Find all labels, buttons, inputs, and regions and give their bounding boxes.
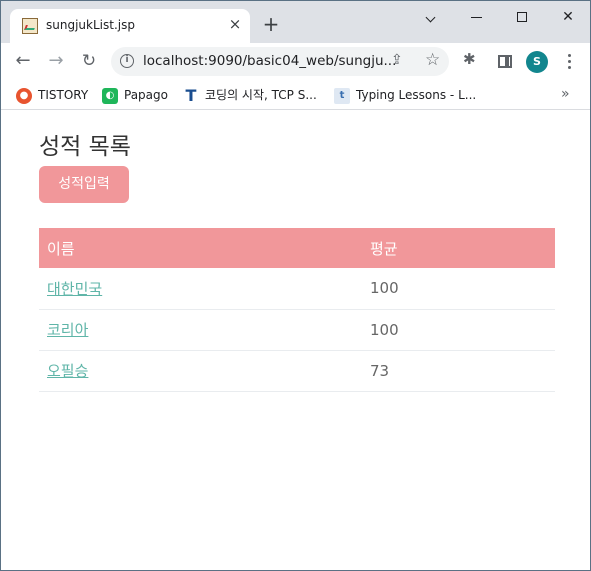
average-cell: 73 <box>362 350 555 392</box>
bookmarks-bar: ● TISTORY ◐ Papago T 코딩의 시작, TCP S... t Typi… <box>1 80 590 110</box>
add-grade-button[interactable]: 성적입력 <box>39 166 129 203</box>
jsp-favicon-icon <box>22 18 38 34</box>
header-name: 이름 <box>39 228 362 268</box>
tab-title: sungjukList.jsp <box>46 18 135 32</box>
average-cell: 100 <box>362 309 555 351</box>
tab-active[interactable]: sungjukList.jsp × <box>10 9 250 43</box>
profile-avatar[interactable]: S <box>526 51 548 73</box>
bookmark-papago[interactable]: ◐ Papago <box>102 86 168 104</box>
forward-arrow-icon[interactable]: → <box>44 49 68 73</box>
tcp-school-icon: T <box>185 85 197 105</box>
bookmark-label: Typing Lessons - L... <box>356 88 477 102</box>
maximize-button[interactable] <box>499 5 545 29</box>
bookmark-typing-lessons[interactable]: t Typing Lessons - L... <box>334 86 476 104</box>
student-name-link[interactable]: 코리아 <box>47 321 88 339</box>
bookmark-tcp-school[interactable]: T 코딩의 시작, TCP S... <box>183 86 317 104</box>
more-menu-icon[interactable] <box>561 52 577 72</box>
tab-strip: sungjukList.jsp × + ✕ <box>1 1 590 43</box>
minimize-button[interactable] <box>453 5 499 29</box>
table-header-row: 이름 평균 <box>39 228 555 268</box>
browser-toolbar: ← → ↻ i localhost:9090/basic04_web/sungj… <box>1 43 590 80</box>
page-content: 성적 목록 성적입력 이름 평균 대한민국 100 코리아 100 오필승 73 <box>1 111 590 570</box>
new-tab-button[interactable]: + <box>260 13 282 35</box>
header-average: 평균 <box>362 228 555 268</box>
bookmark-label: Papago <box>124 88 168 102</box>
tab-close-icon[interactable]: × <box>226 15 244 33</box>
address-bar[interactable]: i localhost:9090/basic04_web/sungju... ⇪… <box>111 47 449 76</box>
table-row: 오필승 73 <box>39 350 555 392</box>
tab-search-chevron-icon[interactable] <box>407 5 453 29</box>
browser-window: sungjukList.jsp × + ✕ ← → ↻ i localhost:… <box>0 0 591 571</box>
site-info-icon[interactable]: i <box>120 54 134 68</box>
bookmark-tistory[interactable]: ● TISTORY <box>16 86 88 104</box>
url-text[interactable]: localhost:9090/basic04_web/sungju... <box>143 53 396 69</box>
grade-table: 이름 평균 대한민국 100 코리아 100 오필승 73 <box>39 228 555 392</box>
bookmark-star-icon[interactable]: ☆ <box>425 50 440 70</box>
name-cell: 코리아 <box>39 309 362 351</box>
side-panel-icon[interactable] <box>498 55 512 68</box>
table-row: 대한민국 100 <box>39 268 555 310</box>
papago-icon: ◐ <box>102 87 118 104</box>
typing-lessons-icon: t <box>334 87 350 104</box>
name-cell: 대한민국 <box>39 268 362 310</box>
bookmark-label: TISTORY <box>38 88 89 102</box>
close-window-button[interactable]: ✕ <box>545 5 590 29</box>
tistory-icon: ● <box>16 87 32 104</box>
bookmarks-more-icon[interactable]: » <box>561 86 570 102</box>
back-arrow-icon[interactable]: ← <box>11 49 35 73</box>
reload-icon[interactable]: ↻ <box>77 49 101 73</box>
student-name-link[interactable]: 오필승 <box>47 362 88 380</box>
bookmark-label: 코딩의 시작, TCP S... <box>205 88 317 102</box>
name-cell: 오필승 <box>39 350 362 392</box>
student-name-link[interactable]: 대한민국 <box>47 280 102 298</box>
page-title: 성적 목록 <box>39 134 131 160</box>
extensions-puzzle-icon[interactable]: ✱ <box>463 50 476 68</box>
share-icon[interactable]: ⇪ <box>391 52 403 68</box>
table-row: 코리아 100 <box>39 309 555 351</box>
average-cell: 100 <box>362 268 555 310</box>
